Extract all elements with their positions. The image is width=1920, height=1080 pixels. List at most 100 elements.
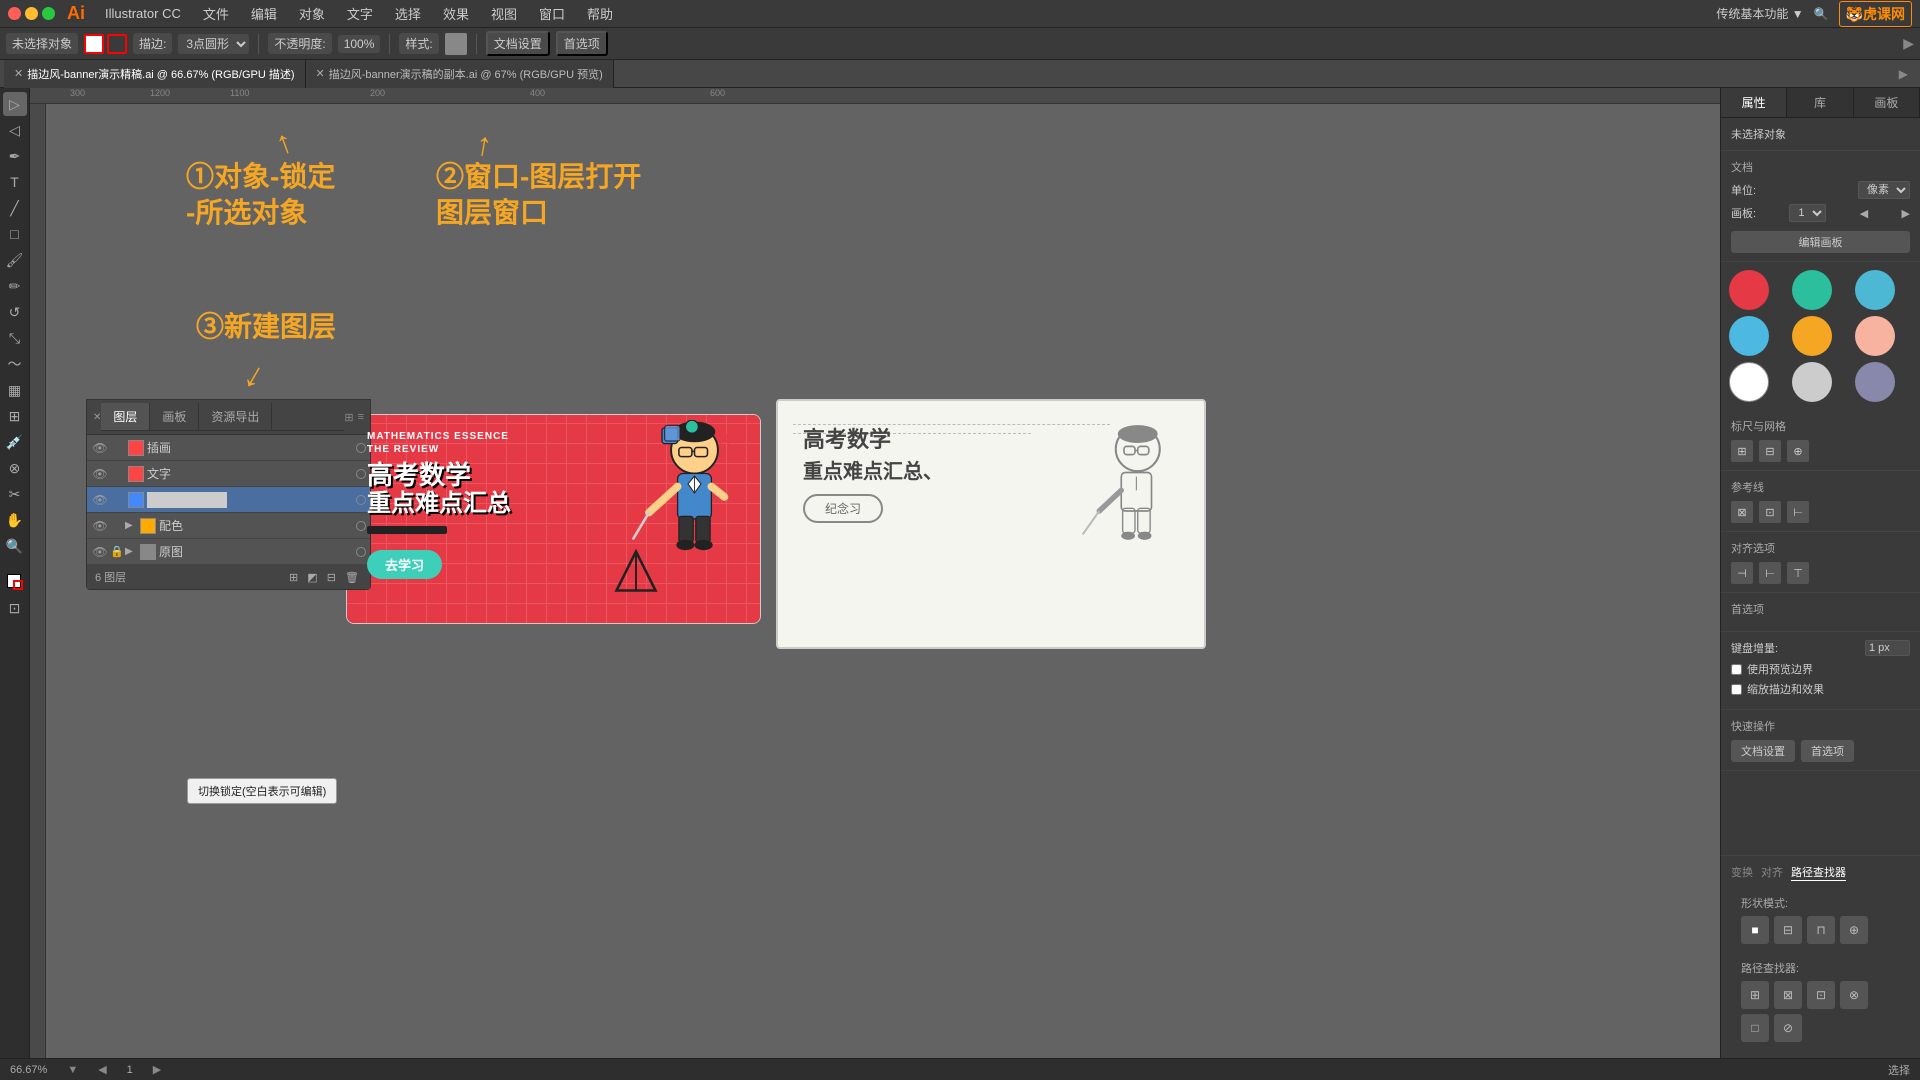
swatch-blue[interactable] (1855, 270, 1895, 310)
minimize-button[interactable] (25, 7, 38, 20)
layers-tab-layers[interactable]: 图层 (101, 403, 150, 430)
swatch-purple-gray[interactable] (1855, 362, 1895, 402)
tab-close-1[interactable]: ✕ (316, 67, 325, 80)
layer-options-btn[interactable]: ⊟ (327, 572, 336, 584)
bottom-tab-align[interactable]: 对齐 (1761, 864, 1783, 881)
align-right-icon[interactable]: ⊤ (1787, 562, 1809, 584)
guide-icon-2[interactable]: ⊡ (1759, 501, 1781, 523)
scale-strokes-checkbox[interactable] (1731, 684, 1742, 695)
merge-icon[interactable]: ⊡ (1807, 981, 1835, 1009)
fill-swatch[interactable] (84, 34, 104, 54)
brush-tool[interactable]: 🖌 (3, 248, 27, 272)
doc-settings-btn[interactable]: 文档设置 (486, 31, 550, 56)
menu-object[interactable]: 对象 (289, 2, 335, 25)
mesh-tool[interactable]: ⊞ (3, 404, 27, 428)
eyedropper-tool[interactable]: 💉 (3, 430, 27, 454)
ruler-icon[interactable]: ⊞ (1731, 440, 1753, 462)
menu-effect[interactable]: 效果 (433, 2, 479, 25)
line-tool[interactable]: ╱ (3, 196, 27, 220)
menu-edit[interactable]: 编辑 (241, 2, 287, 25)
menu-illustrator[interactable]: Illustrator CC (95, 4, 191, 23)
menu-text[interactable]: 文字 (337, 2, 383, 25)
layer-eye-editing[interactable]: 👁 (91, 493, 109, 507)
bottom-tab-pathfinder[interactable]: 路径查找器 (1791, 864, 1846, 881)
select-tool[interactable]: ▷ (3, 92, 27, 116)
layers-collapse-icon[interactable]: ⊞ (344, 411, 353, 424)
artboard-nav-prev[interactable]: ◀ (98, 1063, 106, 1076)
search-icon[interactable]: 🔍 (1814, 7, 1829, 21)
quick-preferences-btn[interactable]: 首选项 (1801, 740, 1854, 762)
quick-doc-settings-btn[interactable]: 文档设置 (1731, 740, 1795, 762)
stroke-select[interactable]: 3点圆形 1点圆形 5点圆形 (178, 34, 249, 54)
smart-guides-icon[interactable]: ⊕ (1787, 440, 1809, 462)
layer-row-color[interactable]: 👁 ▶ 配色 (87, 513, 370, 539)
right-artboard-prev[interactable]: ◀ (1860, 207, 1868, 220)
layers-tab-artboards[interactable]: 画板 (150, 403, 199, 430)
guide-icon-1[interactable]: ⊠ (1731, 501, 1753, 523)
swatch-lightblue[interactable] (1729, 316, 1769, 356)
layer-expand-color[interactable]: ▶ (125, 520, 137, 531)
banner-learn-btn[interactable]: 去学习 (367, 550, 442, 579)
trim-icon[interactable]: ⊠ (1774, 981, 1802, 1009)
scale-tool[interactable]: ⤡ (3, 326, 27, 350)
layer-row-illustration[interactable]: 👁 插画 (87, 435, 370, 461)
layer-eye-illustration[interactable]: 👁 (91, 441, 109, 455)
layer-row-editing[interactable]: 👁 (87, 487, 370, 513)
gradient-tool[interactable]: ▦ (3, 378, 27, 402)
menu-help[interactable]: 帮助 (577, 2, 623, 25)
grid-icon[interactable]: ⊟ (1759, 440, 1781, 462)
layer-eye-color[interactable]: 👁 (91, 519, 109, 533)
right-edit-artboard-btn[interactable]: 编辑画板 (1731, 231, 1910, 253)
close-button[interactable] (8, 7, 21, 20)
warp-tool[interactable]: 〜 (3, 352, 27, 376)
delete-layer-btn[interactable]: 🗑 (345, 572, 359, 584)
right-artboard-next[interactable]: ▶ (1902, 207, 1910, 220)
zoom-chevron[interactable]: ▼ (67, 1064, 78, 1076)
menu-file[interactable]: 文件 (193, 2, 239, 25)
tab-label-1[interactable]: 描边风-banner演示稿的副本.ai @ 67% (RGB/GPU 预览) (329, 66, 603, 82)
maximize-button[interactable] (42, 7, 55, 20)
right-tab-properties[interactable]: 属性 (1721, 88, 1787, 117)
artboard-nav-next[interactable]: ▶ (153, 1063, 161, 1076)
hand-tool[interactable]: ✋ (3, 508, 27, 532)
bottom-tab-transform[interactable]: 变换 (1731, 864, 1753, 881)
layer-name-input[interactable] (147, 492, 227, 508)
keyboard-increment-input[interactable] (1865, 640, 1910, 656)
zoom-tool[interactable]: 🔍 (3, 534, 27, 558)
preview-bounds-checkbox[interactable] (1731, 664, 1742, 675)
pen-tool[interactable]: ✒ (3, 144, 27, 168)
layer-compose-btn[interactable]: ◩ (307, 572, 317, 584)
layers-close-btn[interactable]: ✕ (93, 412, 101, 423)
swatch-white[interactable] (1729, 362, 1769, 402)
align-center-icon[interactable]: ⊢ (1759, 562, 1781, 584)
outline-icon[interactable]: □ (1741, 1014, 1769, 1042)
rotate-tool[interactable]: ↺ (3, 300, 27, 324)
tab-1[interactable]: ✕ 描边风-banner演示稿的副本.ai @ 67% (RGB/GPU 预览) (306, 60, 614, 88)
new-layer-btn[interactable]: ⊞ (289, 572, 298, 584)
swatch-teal[interactable] (1792, 270, 1832, 310)
layer-row-original[interactable]: 👁 🔒 ▶ 原图 (87, 539, 370, 565)
style-swatch[interactable] (445, 33, 467, 55)
intersect-icon[interactable]: ⊓ (1807, 916, 1835, 944)
tab-close-0[interactable]: ✕ (14, 67, 23, 80)
unite-icon[interactable]: ■ (1741, 916, 1769, 944)
crop-icon[interactable]: ⊗ (1840, 981, 1868, 1009)
minus-back-icon[interactable]: ⊘ (1774, 1014, 1802, 1042)
menu-select[interactable]: 选择 (385, 2, 431, 25)
layer-eye-text[interactable]: 👁 (91, 467, 109, 481)
screen-mode-icon[interactable]: ⊡ (3, 596, 27, 620)
canvas-area[interactable]: 300 1200 1100 200 400 600 ①对象-锁定 -所选对象 ↑… (30, 88, 1720, 1058)
minus-icon[interactable]: ⊟ (1774, 916, 1802, 944)
layer-lock-original[interactable]: 🔒 (109, 545, 125, 558)
swatch-gray[interactable] (1792, 362, 1832, 402)
align-left-icon[interactable]: ⊣ (1731, 562, 1753, 584)
tab-label-0[interactable]: 描边风-banner演示精稿.ai @ 66.67% (RGB/GPU 描述) (27, 66, 294, 82)
right-artboard-select[interactable]: 12 (1789, 204, 1826, 222)
canvas-content[interactable]: ①对象-锁定 -所选对象 ↑ ②窗口-图层打开 图层窗口 ↑ ③新建图层 ↓ (46, 104, 1720, 1058)
right-tab-artboards[interactable]: 画板 (1854, 88, 1920, 117)
workspace-label[interactable]: 传统基本功能 ▼ (1716, 5, 1803, 22)
preferences-btn[interactable]: 首选项 (556, 31, 608, 56)
layer-expand-original[interactable]: ▶ (125, 546, 137, 557)
fill-color[interactable] (3, 570, 27, 594)
right-tab-libraries[interactable]: 库 (1787, 88, 1853, 117)
